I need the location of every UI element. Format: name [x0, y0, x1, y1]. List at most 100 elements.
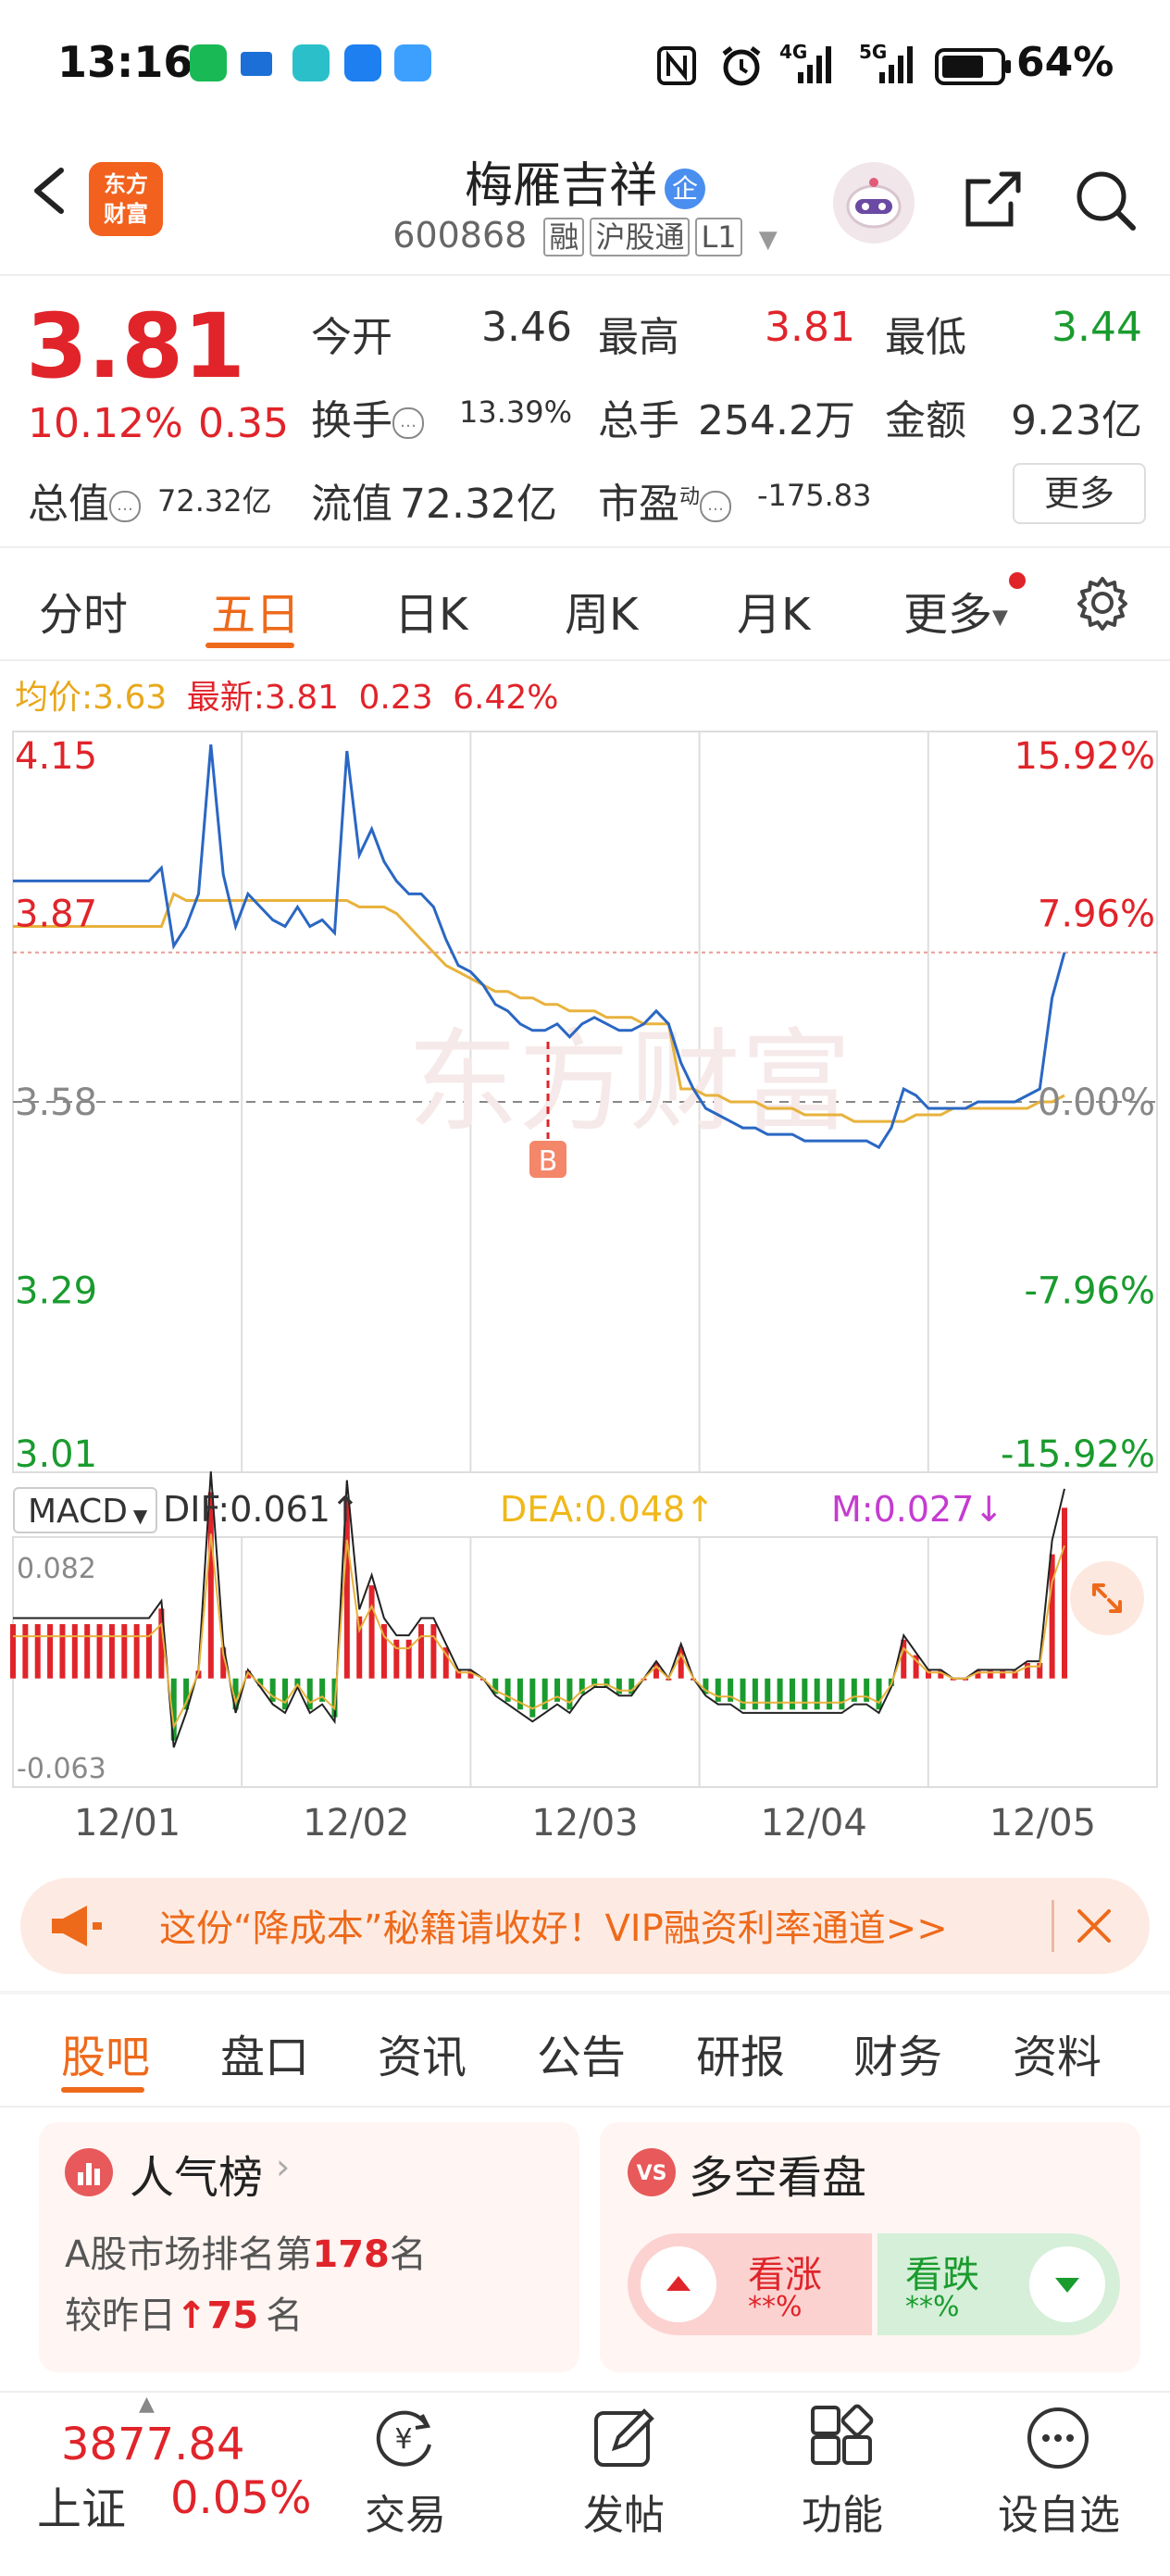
macd-bar	[430, 1624, 437, 1679]
tab-order-book[interactable]: 盘口	[220, 2020, 309, 2085]
index-percent[interactable]: 0.05%	[170, 2472, 311, 2524]
macd-bar	[715, 1678, 721, 1702]
share-icon[interactable]	[959, 167, 1026, 233]
search-icon[interactable]	[1072, 167, 1139, 233]
tab-more[interactable]: 更多▼	[903, 578, 1008, 643]
macd-bar	[752, 1678, 758, 1710]
rank-number: 178	[312, 2233, 390, 2276]
expand-caret-icon[interactable]: ▲	[139, 2393, 155, 2416]
avg-value: 3.63	[93, 679, 168, 717]
info-icon[interactable]: …	[109, 491, 141, 522]
five-day-chart[interactable]: 东方财富 B 4.15 3.87 3.58 3.29 3.01 15.92% 7.96% 0.…	[0, 722, 1170, 1852]
macd-bar	[84, 1624, 91, 1679]
tab-profile[interactable]: 资料	[1013, 2020, 1102, 2085]
watchlist-icon[interactable]	[1024, 2404, 1092, 2472]
nav-functions[interactable]: 功能	[750, 2482, 935, 2541]
macd-bar	[71, 1624, 78, 1679]
nav-trade[interactable]: 交易	[313, 2482, 498, 2541]
macd-bar	[306, 1678, 313, 1710]
x-axis-date-label: 12/01	[74, 1802, 180, 1844]
active-tab-indicator	[205, 643, 294, 648]
info-icon[interactable]: …	[392, 407, 424, 439]
tab-daily-k[interactable]: 日K	[394, 578, 467, 643]
macd-bar	[566, 1678, 573, 1710]
weather-icon	[394, 44, 431, 81]
y-axis-tick-right: -7.96%	[1024, 1270, 1155, 1313]
tab-news[interactable]: 资讯	[378, 2020, 467, 2085]
sentiment-card[interactable]: VS 多空看盘 看涨 **% 看跌 **%	[600, 2122, 1140, 2372]
bear-value: **%	[905, 2291, 960, 2323]
macd-bar	[418, 1624, 425, 1679]
macd-dea: DEA:0.048↑	[500, 1489, 716, 1530]
bull-button[interactable]: 看涨 **%	[628, 2233, 872, 2335]
tab-five-day[interactable]: 五日	[211, 578, 300, 643]
tab-forum[interactable]: 股吧	[61, 2020, 150, 2085]
nav-post[interactable]: 发帖	[531, 2482, 716, 2541]
vip-banner-text[interactable]: 这份“降成本”秘籍请收好！VIP融资利率通道>>	[159, 1898, 948, 1952]
dropdown-caret-icon[interactable]: ▼	[759, 226, 778, 254]
avg-price-line: 均价:3.63 最新:3.81 0.23 6.42%	[15, 670, 558, 719]
trade-icon[interactable]: ¥	[368, 2404, 442, 2472]
tab-research[interactable]: 研报	[696, 2020, 785, 2085]
amount-label: 金额	[885, 397, 966, 444]
more-button[interactable]: 更多	[1013, 463, 1146, 524]
assistant-robot-icon[interactable]	[833, 162, 915, 244]
battery-icon	[935, 48, 1011, 85]
down-arrow-icon	[1029, 2246, 1105, 2322]
high-label: 最高	[598, 314, 679, 361]
popularity-title: 人气榜	[130, 2152, 264, 2204]
y-axis-tick-left: 3.29	[15, 1270, 97, 1313]
tab-announcements[interactable]: 公告	[537, 2020, 626, 2085]
mktcap-value: 72.32亿	[157, 483, 272, 519]
y-axis-tick-left: 3.58	[15, 1082, 97, 1124]
divider	[0, 659, 1170, 661]
up-arrow-icon	[641, 2246, 716, 2322]
macd-bar	[59, 1624, 66, 1679]
notification-dot	[1009, 572, 1026, 589]
nav-add-watchlist[interactable]: 设自选	[966, 2482, 1151, 2541]
macd-bar	[146, 1624, 153, 1679]
tab-intraday[interactable]: 分时	[39, 578, 128, 643]
change-amount: 0.35	[198, 400, 289, 447]
rank-line: A股市场排名第178名	[65, 2233, 427, 2276]
close-icon[interactable]	[1072, 1904, 1116, 1948]
macd-m: M:0.027↓	[831, 1489, 1004, 1530]
post-icon[interactable]	[591, 2404, 659, 2472]
macd-selector[interactable]: MACD ▼	[13, 1487, 157, 1533]
tab-finance[interactable]: 财务	[853, 2020, 942, 2085]
nfc-icon	[657, 46, 696, 85]
settings-gear-icon[interactable]	[1074, 574, 1131, 631]
chart-grid	[12, 731, 1158, 1787]
info-icon[interactable]: …	[700, 491, 732, 522]
popularity-card[interactable]: 人气榜 › A股市场排名第178名 较昨日↑75 名	[39, 2122, 579, 2372]
index-name[interactable]: 上证	[37, 2472, 126, 2537]
high-value: 3.81	[765, 304, 855, 351]
macd-frame	[12, 1536, 1158, 1788]
macd-bar	[133, 1624, 140, 1679]
level-tag: L1	[695, 218, 742, 256]
expand-chart-button[interactable]	[1070, 1561, 1144, 1635]
volume-value: 254.2万	[698, 397, 855, 444]
svg-text:¥: ¥	[394, 2423, 412, 2456]
app-icon	[241, 52, 272, 76]
alarm-icon	[722, 46, 761, 86]
margin-tag: 融	[543, 218, 585, 256]
tab-weekly-k[interactable]: 周K	[565, 578, 638, 643]
functions-icon[interactable]	[807, 2404, 876, 2472]
battery-percent: 64%	[1016, 39, 1114, 86]
x-axis-date-label: 12/03	[531, 1802, 638, 1844]
watermark: 东方财富	[407, 1019, 852, 1147]
bear-button[interactable]: 看跌 **%	[878, 2233, 1120, 2335]
pe-value: -175.83	[757, 478, 872, 513]
index-value[interactable]: 3877.84	[61, 2419, 245, 2470]
macd-dea-line	[13, 1533, 1065, 1731]
tab-monthly-k[interactable]: 月K	[737, 578, 810, 643]
divider	[0, 1991, 1170, 1995]
pe-label: 市盈动…	[598, 470, 732, 530]
macd-bar	[616, 1678, 622, 1694]
divider	[0, 546, 1170, 548]
marker-label: B	[539, 1145, 558, 1178]
macd-bar	[34, 1624, 41, 1679]
current-price: 3.81	[26, 294, 245, 398]
macd-bar	[529, 1678, 536, 1718]
